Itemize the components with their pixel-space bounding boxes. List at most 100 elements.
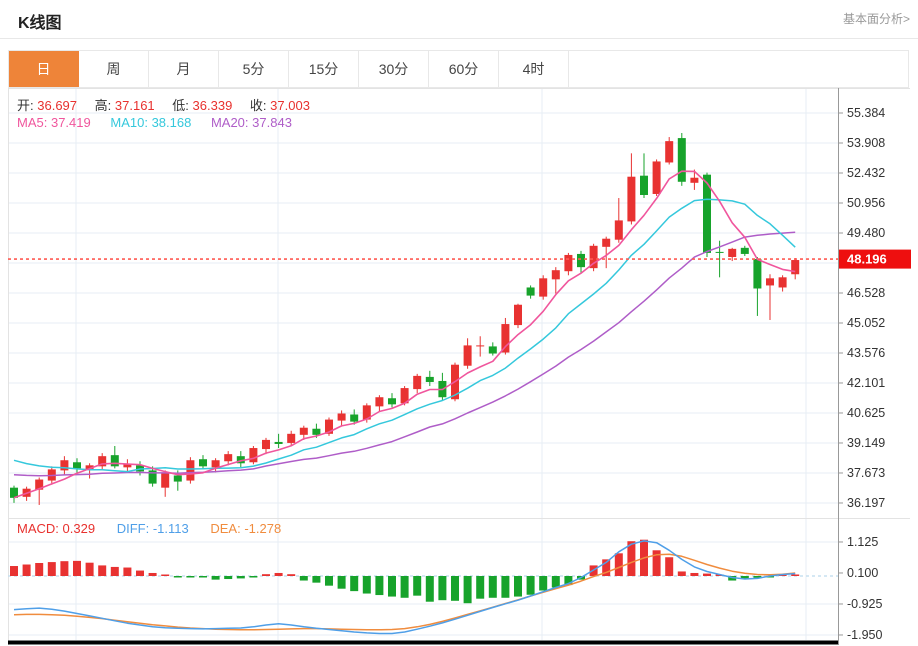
macd-axis-tick: -1.950 [847,628,882,642]
candle [60,460,69,471]
macd-bar [312,576,321,583]
candle [526,287,535,296]
candle [110,455,119,467]
candle [337,413,346,421]
candle [753,259,762,289]
macd-bar [539,576,548,591]
macd-bar [488,576,497,598]
ma20-line [13,231,796,477]
diff-value: DIFF: -1.113 [116,521,189,536]
candle [728,248,737,257]
candle [224,454,233,462]
price-axis-tick: 53.908 [847,136,885,150]
candle [173,475,182,482]
candle [627,176,636,222]
candle [602,238,611,247]
ma20-legend: MA20: 37.843 [210,115,292,130]
price-axis-tick: 37.673 [847,466,885,480]
candle [577,253,585,268]
candle [299,427,308,435]
candle [652,161,661,194]
macd-bar [186,576,195,578]
candle [501,324,510,353]
macd-bar [249,576,258,578]
macd-bar [60,561,69,576]
macd-bar [161,574,170,576]
candle [715,251,724,253]
macd-axis-tick: 0.100 [847,566,878,580]
candle [249,448,258,463]
price-axis-tick: 40.625 [847,406,885,420]
kline-widget: K线图 基本面分析> 日 周 月 5分 15分 30分 60分 4时 开: 36… [0,0,918,646]
macd-bar [199,576,207,578]
candle [211,460,220,468]
ma5-legend: MA5: 37.419 [17,115,91,130]
candle [690,177,699,183]
open-value: 36.697 [37,98,78,113]
macd-legend: MACD: 0.329 DIFF: -1.113 DEA: -1.278 [17,521,281,536]
macd-bar [110,566,119,576]
candle [539,278,548,297]
candle [791,260,800,275]
candle [614,220,623,240]
candle [488,346,497,354]
macd-bar [47,562,56,576]
macd-bar [438,576,447,601]
candle [388,398,396,405]
macd-bar [425,576,434,602]
current-price-label: 48.196 [847,252,887,267]
macd-bar [236,576,245,579]
macd-bar [375,576,384,596]
macd-bar [703,573,711,576]
macd-bar [148,572,157,576]
macd-bar [173,576,182,578]
price-axis-tick: 52.432 [847,166,885,180]
macd-bar [274,572,283,576]
close-value: 37.003 [270,98,310,113]
price-axis-tick: 36.197 [847,496,885,510]
low-value: 36.339 [192,98,233,113]
candle [778,277,787,288]
price-axis-tick: 39.149 [847,436,885,450]
macd-bar [677,571,686,576]
bottom-bar [8,640,838,645]
macd-bar [224,576,233,580]
ohlc-legend: 开: 36.697 高: 37.161 低: 36.339 收: 37.003 [17,95,324,114]
macd-bar [463,576,472,604]
macd-bar [22,564,31,576]
price-axis-tick: 49.480 [847,226,885,240]
macd-bar [136,570,144,576]
candle [161,472,170,488]
macd-bar [388,576,396,597]
macd-bar [85,562,94,576]
candle [677,138,686,182]
macd-bar [791,574,800,576]
macd-bar [337,576,346,589]
price-axis-tick: 42.101 [847,376,885,390]
candle [425,376,434,382]
macd-bar [400,576,409,598]
macd-bar [501,576,510,598]
macd-bar [526,576,535,595]
macd-axis-tick: -0.925 [847,597,882,611]
ma10-legend: MA10: 38.168 [110,115,192,130]
macd-axis-tick: 1.125 [847,535,878,549]
macd-bar [690,572,699,576]
macd-bar [98,565,107,576]
macd-bar [287,574,296,576]
candle [350,414,359,422]
ma-legend: MA5: 37.419 MA10: 38.168 MA20: 37.843 [17,115,292,130]
macd-bar [350,576,359,592]
macd-bar [451,576,459,601]
candle [740,247,749,254]
price-axis-tick: 46.528 [847,286,885,300]
candle [665,141,674,163]
macd-bar [262,574,270,576]
close-label: 收: [249,98,267,113]
candle [766,278,774,286]
high-value: 37.161 [114,98,155,113]
candle [262,439,270,450]
macd-bar [413,576,422,596]
candle [186,460,195,481]
candle [274,441,283,444]
